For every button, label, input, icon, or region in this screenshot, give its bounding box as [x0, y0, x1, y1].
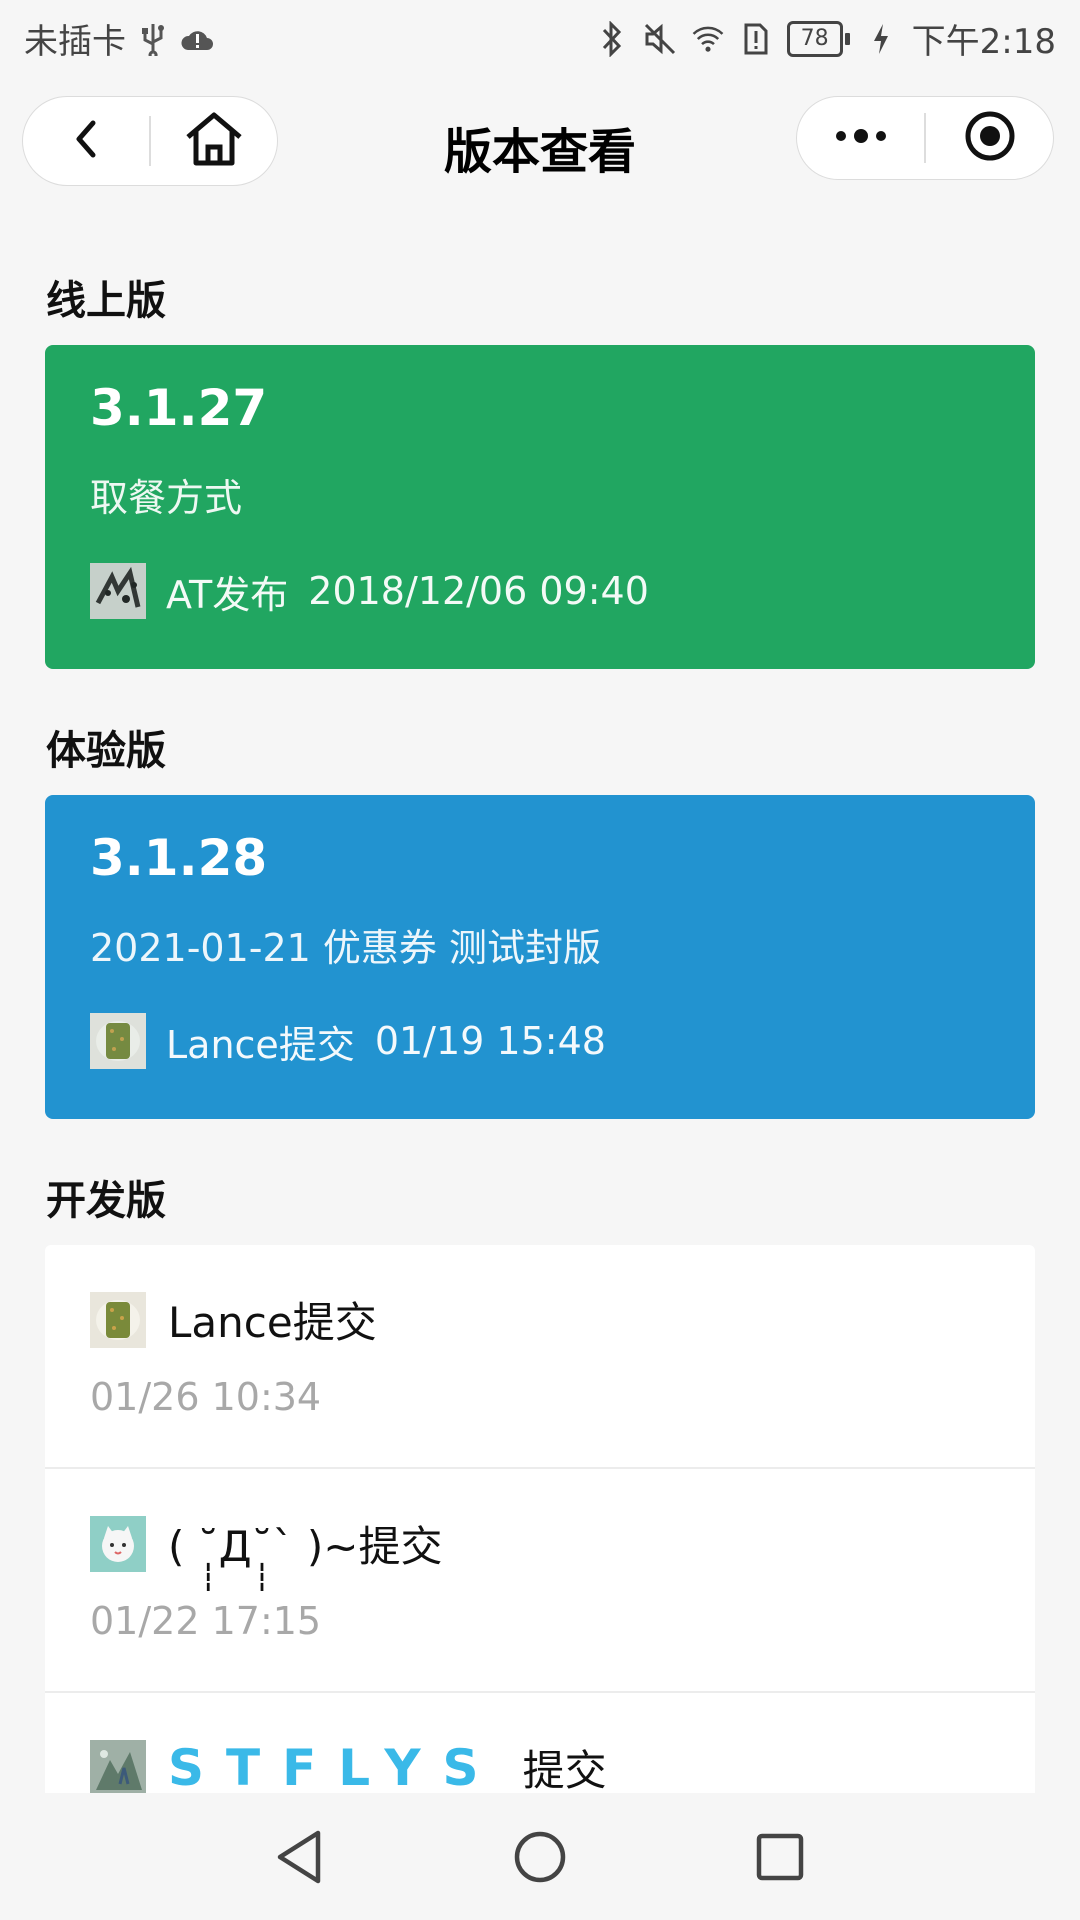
- trial-version-number: 3.1.28: [90, 829, 268, 887]
- dev-item-row: STFLYS 提交: [90, 1737, 607, 1793]
- status-bar: 未插卡 78 下午2:18: [0, 0, 1080, 74]
- circle-home-icon: [512, 1829, 568, 1889]
- avatar: [90, 1515, 146, 1572]
- status-left: 未插卡: [24, 14, 214, 63]
- section-title-trial: 体验版: [46, 728, 166, 774]
- section-title-online: 线上版: [46, 278, 166, 324]
- online-datetime: 2018/12/06 09:40: [308, 569, 649, 613]
- dev-item-row: Lance提交: [90, 1289, 377, 1350]
- online-version-card[interactable]: 3.1.27 取餐方式 AT发布 2018/12/06 09:40: [45, 345, 1035, 669]
- dev-submitter: Lance提交: [168, 1298, 377, 1347]
- battery-tip: [844, 32, 850, 45]
- avatar: [90, 1013, 146, 1069]
- clock: 下午2:18: [911, 22, 1056, 62]
- dev-version-list: Lance提交 01/26 10:34 ( ˘̩̩̩Д˘̩̩̩` )~提交 01…: [45, 1245, 1035, 1793]
- avatar: [90, 1291, 146, 1348]
- triangle-back-icon: [274, 1829, 326, 1889]
- online-version-meta: AT发布 2018/12/06 09:40: [90, 563, 649, 619]
- online-version-number: 3.1.27: [90, 379, 268, 437]
- cloud-alert-icon: [180, 19, 214, 59]
- battery-indicator: 78: [786, 20, 850, 57]
- dev-submitter-suffix: 提交: [522, 1746, 607, 1793]
- status-right: 78 下午2:18: [595, 14, 1056, 63]
- more-dots-icon: [833, 128, 889, 148]
- dev-time: 01/22 17:15: [90, 1599, 322, 1643]
- online-publisher: AT发布: [166, 572, 289, 617]
- sim-alert-icon: [739, 19, 773, 59]
- system-home-button[interactable]: [500, 1819, 580, 1899]
- trial-version-card[interactable]: 3.1.28 2021-01-21 优惠券 测试封版 Lance提交 01/19…: [45, 795, 1035, 1119]
- battery-level: 78: [786, 20, 843, 57]
- trial-datetime: 01/19 15:48: [374, 1019, 606, 1063]
- more-button[interactable]: [797, 97, 924, 179]
- system-recents-button[interactable]: [740, 1819, 820, 1899]
- dev-item-row: ( ˘̩̩̩Д˘̩̩̩` )~提交: [90, 1513, 442, 1574]
- trial-version-meta: Lance提交 01/19 15:48: [90, 1013, 606, 1069]
- section-title-dev: 开发版: [46, 1178, 166, 1224]
- bluetooth-icon: [595, 19, 629, 59]
- close-miniprogram-button[interactable]: [926, 97, 1053, 179]
- dev-submitter-styled-name: STFLYS: [168, 1738, 501, 1794]
- nav-capsule-right: [796, 96, 1054, 180]
- dev-time: 01/26 10:34: [90, 1375, 322, 1419]
- charging-icon: [864, 19, 898, 59]
- online-version-description: 取餐方式: [90, 476, 243, 520]
- mute-icon: [643, 19, 677, 59]
- nav-bar: 版本查看: [0, 94, 1080, 188]
- system-back-button[interactable]: [260, 1819, 340, 1899]
- list-item[interactable]: ( ˘̩̩̩Д˘̩̩̩` )~提交 01/22 17:15: [45, 1469, 1035, 1691]
- square-recents-icon: [754, 1831, 806, 1887]
- carrier-label: 未插卡: [24, 22, 126, 62]
- list-item[interactable]: STFLYS 提交: [45, 1693, 1035, 1793]
- trial-submitter: Lance提交: [166, 1022, 355, 1067]
- avatar: [90, 563, 146, 619]
- target-circle-icon: [964, 110, 1016, 166]
- system-nav-bar: [0, 1793, 1080, 1920]
- list-item[interactable]: Lance提交 01/26 10:34: [45, 1245, 1035, 1467]
- dev-submitter: ( ˘̩̩̩Д˘̩̩̩` )~提交: [168, 1522, 443, 1571]
- usb-icon: [136, 19, 170, 59]
- trial-version-description: 2021-01-21 优惠券 测试封版: [90, 926, 601, 970]
- wifi-icon: [691, 19, 725, 59]
- avatar: [90, 1739, 146, 1793]
